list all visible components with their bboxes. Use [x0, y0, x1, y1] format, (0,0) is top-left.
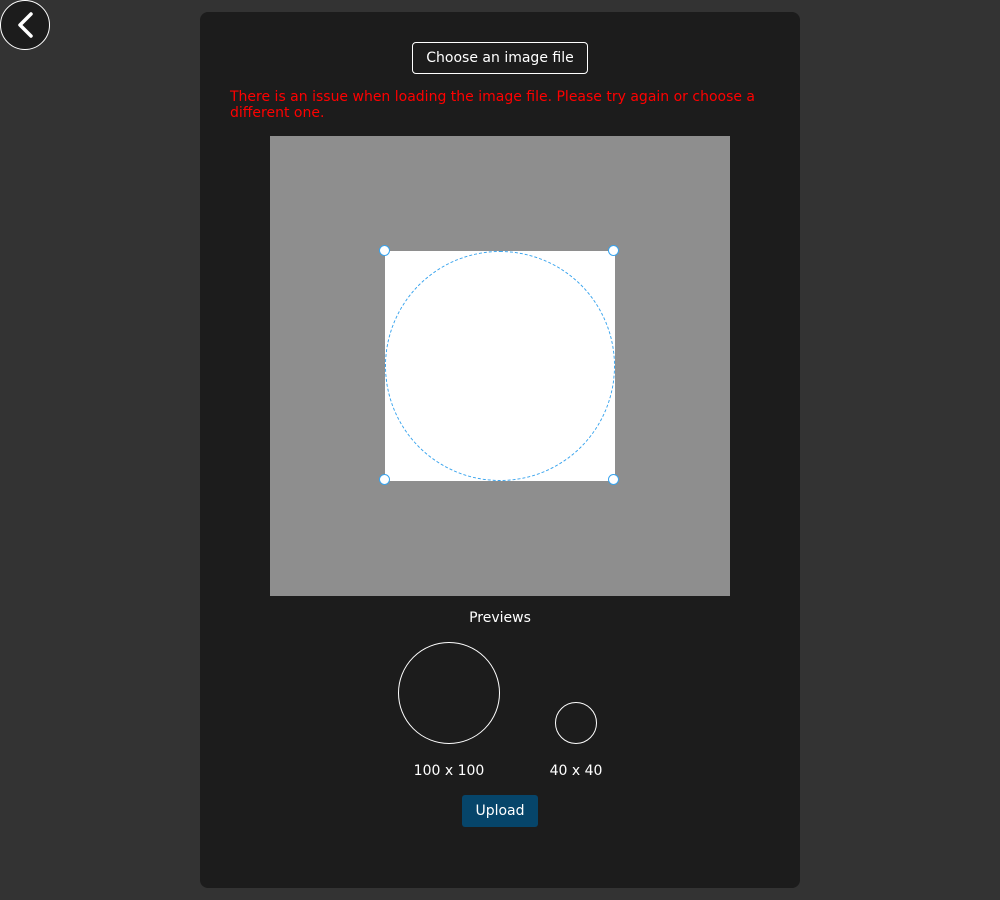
- preview-small: [555, 702, 597, 744]
- chevron-left-icon: [18, 12, 33, 38]
- back-button[interactable]: [0, 0, 50, 50]
- upload-button[interactable]: Upload: [462, 795, 538, 827]
- crop-handle-bottom-right[interactable]: [608, 474, 619, 485]
- crop-handle-top-left[interactable]: [379, 245, 390, 256]
- crop-area[interactable]: [270, 136, 730, 596]
- preview-large: [398, 642, 500, 744]
- upload-dialog: Choose an image file There is an issue w…: [200, 12, 800, 888]
- crop-handle-top-right[interactable]: [608, 245, 619, 256]
- error-message: There is an issue when loading the image…: [230, 89, 756, 121]
- crop-circle-guide: [385, 251, 615, 481]
- preview-small-label: 40 x 40: [549, 763, 603, 779]
- choose-image-button[interactable]: Choose an image file: [412, 42, 588, 74]
- previews-title: Previews: [469, 610, 531, 626]
- preview-large-label: 100 x 100: [413, 763, 485, 779]
- crop-handle-bottom-left[interactable]: [379, 474, 390, 485]
- crop-selection[interactable]: [379, 245, 619, 485]
